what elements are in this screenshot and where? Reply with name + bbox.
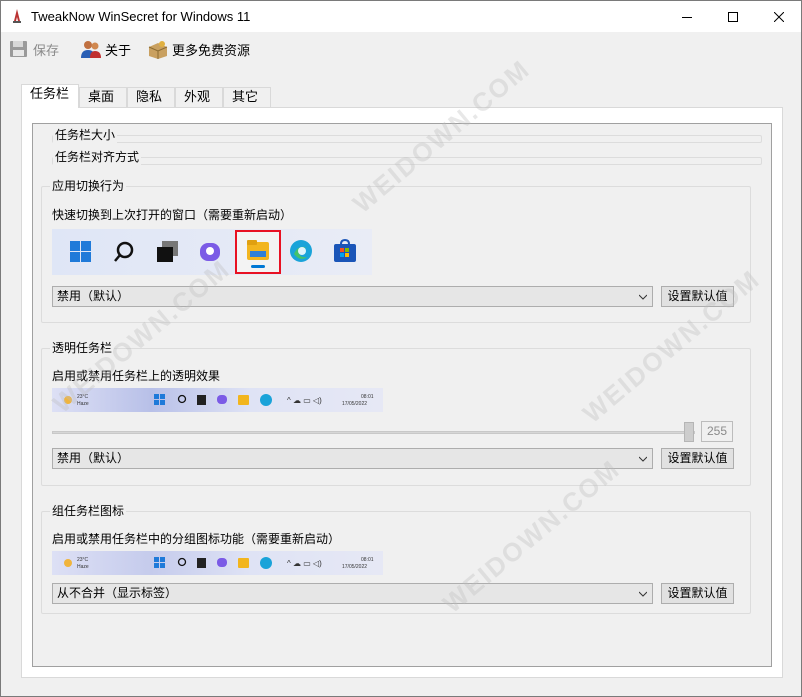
slider-track: [52, 431, 695, 434]
tab-desktop[interactable]: 桌面: [79, 87, 127, 107]
maximize-button[interactable]: [710, 1, 756, 32]
slider-value-box[interactable]: 255: [701, 421, 733, 442]
tab-taskbar[interactable]: 任务栏: [21, 84, 79, 108]
about-label: 关于: [105, 42, 132, 58]
maximize-icon: [728, 11, 738, 22]
grouping-description: 启用或禁用任务栏中的分组图标功能（需要重新启动）: [52, 532, 341, 546]
toolbar: 保存 关于 更多免费资源: [1, 32, 801, 66]
transparency-reset-button[interactable]: 设置默认值: [661, 448, 734, 469]
weather-temp: 23°C: [77, 557, 89, 563]
grouping-reset-button[interactable]: 设置默认值: [661, 583, 734, 604]
more-resources-label: 更多免费资源: [172, 42, 251, 58]
tray-icons: ^ ☁ ▭ ◁): [287, 559, 322, 568]
weather-temp: 23°C: [77, 394, 89, 400]
app-switch-group: 应用切换行为 快速切换到上次打开的窗口（需要重新启动） 禁用（默认） 设置默认值: [41, 178, 751, 323]
grouping-title: 组任务栏图标: [50, 503, 127, 519]
tray-icons: ^ ☁ ▭ ◁): [287, 396, 322, 405]
transparency-dropdown[interactable]: 禁用（默认）: [52, 448, 653, 469]
weather-icon: [64, 396, 72, 404]
grouped-taskbar-preview: 23°C Haze ^ ☁ ▭ ◁) 08:01 17/05/2022: [52, 551, 383, 575]
gift-box-icon: [148, 41, 168, 59]
settings-container: 任务栏大小 任务栏对齐方式 应用切换行为 快速切换到上次打开的窗口（需要重新启动…: [32, 123, 772, 667]
transparency-dropdown-value: 禁用（默认）: [57, 451, 130, 465]
weather-text: Haze: [77, 564, 89, 570]
edge-icon: [290, 240, 312, 262]
save-label: 保存: [33, 42, 60, 58]
about-button[interactable]: 关于: [80, 38, 131, 60]
app-switch-dropdown[interactable]: 禁用（默认）: [52, 286, 653, 307]
tab-panel: 任务栏大小 任务栏对齐方式 应用切换行为 快速切换到上次打开的窗口（需要重新启动…: [21, 107, 783, 678]
weather-text: Haze: [77, 401, 89, 407]
taskbar-icons-preview: [52, 229, 372, 275]
app-window: TweakNow WinSecret for Windows 11 保存 关于 …: [0, 0, 802, 697]
weather-icon: [64, 559, 72, 567]
clock-time: 08:01: [361, 394, 374, 400]
slider-thumb[interactable]: [684, 422, 694, 442]
window-title: TweakNow WinSecret for Windows 11: [31, 9, 251, 24]
tab-other[interactable]: 其它: [223, 87, 271, 107]
active-indicator: [251, 265, 265, 268]
tab-privacy[interactable]: 隐私: [127, 87, 175, 107]
grouping-dropdown[interactable]: 从不合并（显示标签）: [52, 583, 653, 604]
transparency-slider[interactable]: [52, 422, 695, 442]
clock-date: 17/05/2022: [342, 564, 367, 570]
clock-date: 17/05/2022: [342, 401, 367, 407]
close-icon: [774, 11, 784, 22]
title-bar: TweakNow WinSecret for Windows 11: [1, 1, 801, 32]
clock-time: 08:01: [361, 557, 374, 563]
users-icon: [81, 41, 101, 58]
more-resources-button[interactable]: 更多免费资源: [147, 38, 250, 60]
save-icon: [10, 41, 27, 57]
grouping-dropdown-value: 从不合并（显示标签）: [57, 586, 178, 600]
chevron-down-icon: [639, 294, 647, 300]
taskbar-alignment-group[interactable]: 任务栏对齐方式: [52, 149, 762, 165]
minimize-icon: [682, 16, 692, 18]
app-switch-dropdown-value: 禁用（默认）: [57, 289, 130, 303]
taskbar-alignment-title: 任务栏对齐方式: [53, 149, 142, 165]
chat-icon: [200, 243, 220, 261]
close-button[interactable]: [756, 1, 801, 32]
app-switch-title: 应用切换行为: [50, 178, 127, 194]
taskbar-size-title: 任务栏大小: [53, 127, 118, 143]
transparency-group: 透明任务栏 启用或禁用任务栏上的透明效果 23°C Haze ^ ☁ ▭ ◁) …: [41, 340, 751, 486]
file-explorer-icon: [247, 240, 269, 260]
app-switch-description: 快速切换到上次打开的窗口（需要重新启动）: [52, 208, 293, 222]
tab-appearance[interactable]: 外观: [175, 87, 223, 107]
chevron-down-icon: [639, 456, 647, 462]
transparent-taskbar-preview: 23°C Haze ^ ☁ ▭ ◁) 08:01 17/05/2022: [52, 388, 383, 412]
transparency-description: 启用或禁用任务栏上的透明效果: [52, 369, 221, 383]
minimize-button[interactable]: [664, 1, 710, 32]
app-logo-icon: [13, 9, 21, 23]
slider-value: 255: [706, 424, 728, 438]
save-button[interactable]: 保存: [8, 38, 59, 60]
app-switch-reset-button[interactable]: 设置默认值: [661, 286, 734, 307]
chevron-down-icon: [639, 591, 647, 597]
transparency-title: 透明任务栏: [50, 340, 115, 356]
grouping-group: 组任务栏图标 启用或禁用任务栏中的分组图标功能（需要重新启动） 23°C Haz…: [41, 503, 751, 614]
taskbar-size-group[interactable]: 任务栏大小: [52, 127, 762, 143]
